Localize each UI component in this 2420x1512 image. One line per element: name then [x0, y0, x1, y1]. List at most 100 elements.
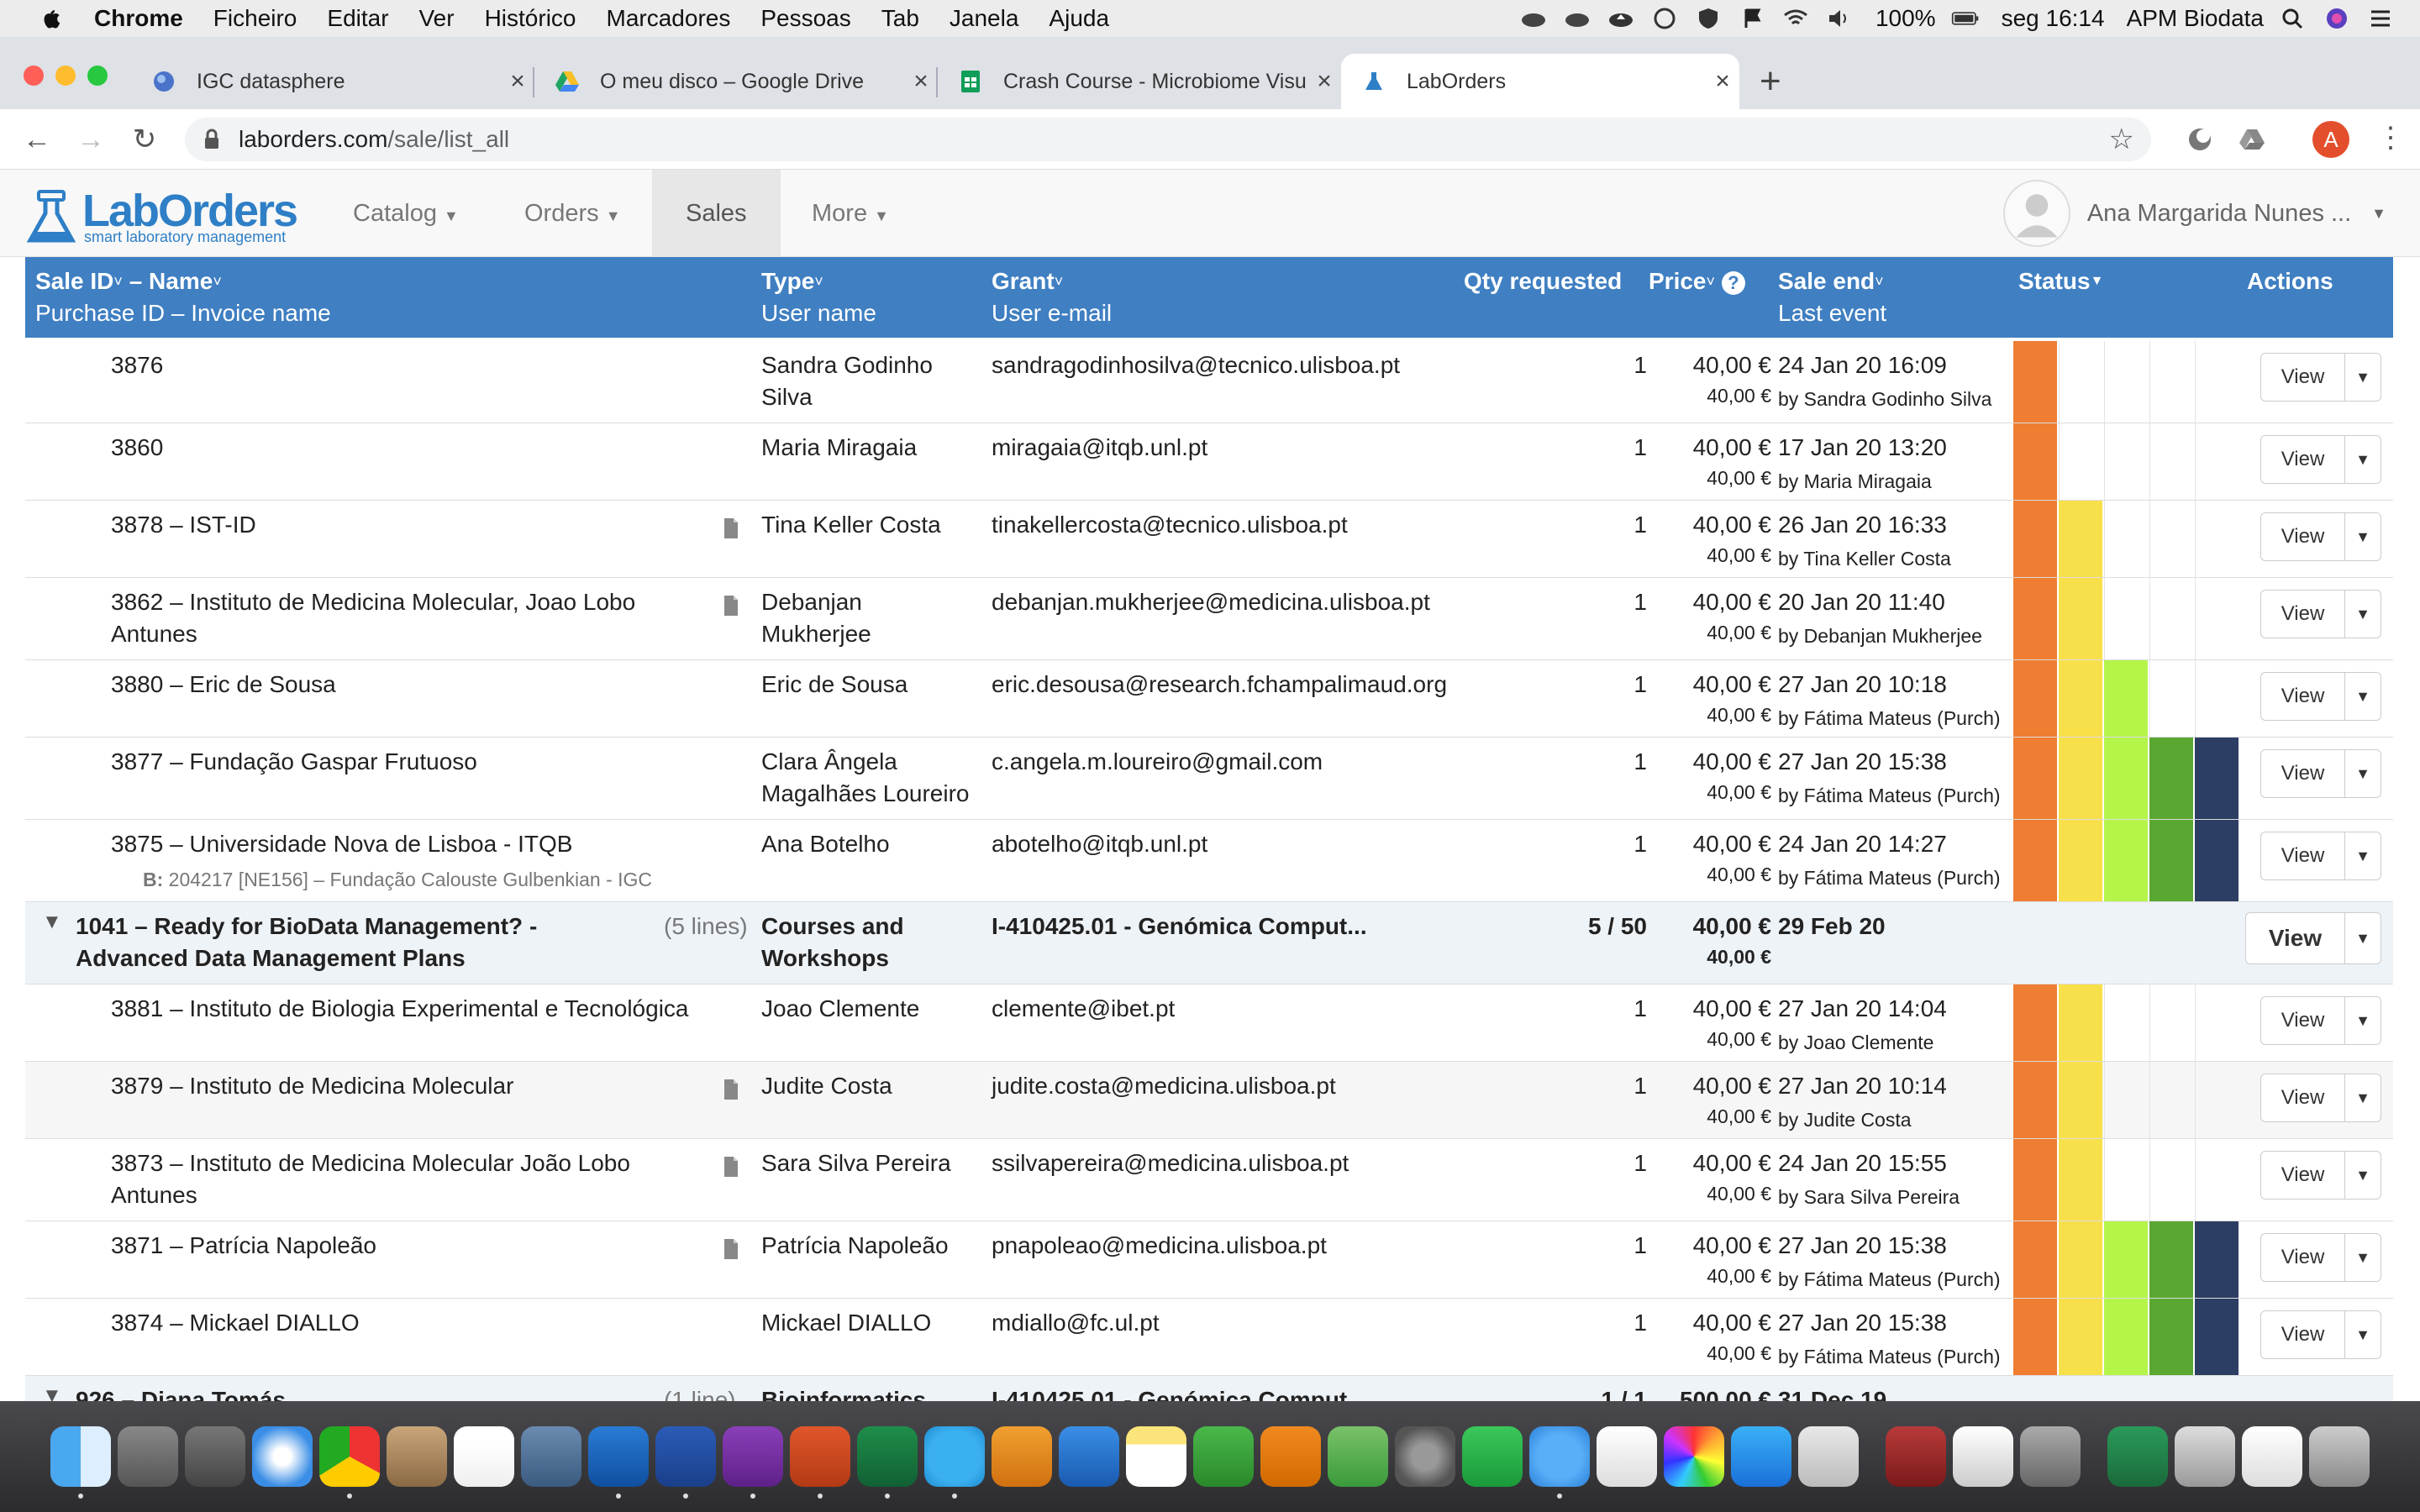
new-tab-icon[interactable]: +	[1760, 60, 1781, 102]
contacts-icon[interactable]	[387, 1426, 447, 1487]
sale-name[interactable]: 3860	[111, 432, 163, 464]
close-window-button[interactable]	[24, 66, 44, 86]
calculator-icon[interactable]	[118, 1426, 178, 1487]
table-row[interactable]: 3876 Sandra Godinho Silva sandragodinhosilv…	[25, 341, 2393, 423]
wifi-icon[interactable]	[1781, 7, 1810, 30]
dropdown-caret-icon[interactable]: ▼	[2345, 750, 2381, 797]
flag-icon[interactable]	[1738, 7, 1766, 30]
header-grant-col[interactable]: Grant˅ User e-mail	[992, 265, 1112, 329]
view-button[interactable]: View	[2246, 913, 2345, 963]
sale-name[interactable]: 3873 – Instituto de Medicina Molecular J…	[111, 1147, 630, 1179]
dropdown-caret-icon[interactable]: ▼	[2345, 1311, 2381, 1358]
nav-more[interactable]: More ▼	[778, 170, 923, 257]
header-status-col[interactable]: Status▼	[2018, 265, 2103, 297]
dropdown-caret-icon[interactable]: ▼	[2345, 436, 2381, 483]
finder-icon[interactable]	[50, 1426, 111, 1499]
nav-orders[interactable]: Orders ▼	[491, 170, 655, 257]
safari-icon[interactable]	[252, 1426, 313, 1487]
cloud-upload-icon[interactable]	[1607, 7, 1635, 30]
sale-name[interactable]: 3874 – Mickael DIALLO	[111, 1307, 360, 1339]
profile-avatar[interactable]: A	[2312, 121, 2349, 158]
view-button-group[interactable]: View ▼	[2260, 353, 2381, 402]
address-bar[interactable]: laborders.com/sale/list_all ☆	[185, 118, 2151, 161]
view-button-group[interactable]: View ▼	[2260, 672, 2381, 721]
dropdown-caret-icon[interactable]: ▼	[2345, 1152, 2381, 1199]
notes-icon[interactable]	[1126, 1426, 1186, 1487]
dropdown-caret-icon[interactable]: ▼	[2345, 1074, 2381, 1121]
document-icon[interactable]	[2242, 1426, 2302, 1487]
nav-catalog[interactable]: Catalog ▼	[319, 170, 492, 257]
google-drive-extension-icon[interactable]	[2237, 124, 2267, 155]
view-button[interactable]: View	[2261, 832, 2345, 879]
header-sale-name[interactable]: Sale ID˅ – Name˅ Purchase ID – Invoice n…	[35, 265, 331, 329]
maps-icon[interactable]	[1328, 1426, 1388, 1487]
image-capture-icon[interactable]	[2020, 1426, 2081, 1487]
close-tab-icon[interactable]: ×	[501, 67, 534, 96]
menu-app-name[interactable]: Chrome	[94, 5, 183, 32]
sale-name[interactable]: 3878 – IST-ID	[111, 509, 256, 541]
calendar-icon[interactable]	[454, 1426, 514, 1487]
view-button[interactable]: View	[2261, 436, 2345, 483]
spotlight-search-icon[interactable]	[2279, 7, 2307, 30]
lock-icon[interactable]	[203, 129, 220, 150]
menu-ajuda[interactable]: Ajuda	[1049, 5, 1109, 32]
menu-pessoas[interactable]: Pessoas	[760, 5, 850, 32]
view-button-group[interactable]: View ▼	[2260, 832, 2381, 880]
sale-name[interactable]: 1041 – Ready for BioData Management? -	[76, 911, 537, 942]
menubar-clock[interactable]: seg 16:14	[2002, 5, 2105, 32]
chrome-menu-icon[interactable]: ⋮	[2376, 121, 2405, 155]
laborders-logo[interactable]: LabOrders smart laboratory management	[24, 185, 301, 245]
tab-google-drive[interactable]: O meu disco – Google Drive ×	[534, 54, 938, 109]
pages-icon[interactable]	[992, 1426, 1052, 1487]
group-row[interactable]: ▼ 926 – Diana Tomás (1 line) Bioinformatics…	[25, 1376, 2393, 1401]
reload-icon[interactable]: ↻	[126, 121, 163, 158]
onenote-icon[interactable]	[723, 1426, 783, 1499]
trash-icon[interactable]	[2309, 1426, 2370, 1487]
cloud-icon[interactable]	[1563, 7, 1591, 30]
table-row[interactable]: 3880 – Eric de Sousa Eric de Sousa eric.de…	[25, 660, 2393, 738]
view-button-group[interactable]: View ▼	[2260, 749, 2381, 798]
dropdown-caret-icon[interactable]: ▼	[2345, 513, 2381, 560]
group-row[interactable]: ▼ 1041 – Ready for BioData Management? - A…	[25, 902, 2393, 984]
forward-arrow-icon[interactable]: →	[72, 121, 109, 158]
keybase-icon[interactable]	[1650, 7, 1679, 30]
document-icon[interactable]	[723, 1156, 739, 1178]
bookmark-star-icon[interactable]: ☆	[2109, 123, 2134, 156]
document-icon[interactable]	[723, 1079, 739, 1100]
chrome-icon[interactable]	[319, 1426, 380, 1499]
excel-icon[interactable]	[857, 1426, 918, 1499]
sale-name[interactable]: 3875 – Universidade Nova de Lisboa - ITQ…	[111, 828, 572, 860]
numbers-icon[interactable]	[1193, 1426, 1254, 1487]
help-circle-icon[interactable]: ?	[1721, 271, 1745, 295]
view-button-group[interactable]: View ▼	[2260, 512, 2381, 561]
preview-doc-icon[interactable]	[2175, 1426, 2235, 1487]
back-arrow-icon[interactable]: ←	[18, 121, 55, 158]
volume-icon[interactable]	[1825, 7, 1854, 30]
sale-name[interactable]: 3877 – Fundação Gaspar Frutuoso	[111, 746, 477, 778]
menu-ficheiro[interactable]: Ficheiro	[213, 5, 297, 32]
sale-name[interactable]: 3880 – Eric de Sousa	[111, 669, 336, 701]
sale-name[interactable]: 3881 – Instituto de Biologia Experimenta…	[111, 993, 689, 1025]
minimize-window-button[interactable]	[55, 66, 76, 86]
table-row[interactable]: 3862 – Instituto de Medicina Molecular, …	[25, 578, 2393, 660]
view-button-group[interactable]: View ▼	[2260, 590, 2381, 638]
excel-doc-icon[interactable]	[2107, 1426, 2168, 1487]
launchpad-icon[interactable]	[185, 1426, 245, 1487]
dropdown-caret-icon[interactable]: ▼	[2345, 673, 2381, 720]
reminders-icon[interactable]	[1597, 1426, 1657, 1487]
header-type-col[interactable]: Type˅ User name	[761, 265, 876, 329]
books-icon[interactable]	[1260, 1426, 1321, 1487]
menu-tab[interactable]: Tab	[881, 5, 919, 32]
powerpoint-icon[interactable]	[790, 1426, 850, 1499]
maps-pin-icon[interactable]	[1798, 1426, 1859, 1487]
menu-ver[interactable]: Ver	[419, 5, 455, 32]
word-icon[interactable]	[655, 1426, 716, 1499]
dropdown-caret-icon[interactable]: ▼	[2345, 997, 2381, 1044]
expand-caret-icon[interactable]: ▼	[42, 911, 62, 934]
menu-marcadores[interactable]: Marcadores	[607, 5, 731, 32]
view-button[interactable]: View	[2261, 513, 2345, 560]
table-row[interactable]: 3873 – Instituto de Medicina Molecular J…	[25, 1139, 2393, 1221]
dropdown-caret-icon[interactable]: ▼	[2345, 832, 2381, 879]
cloud-icon[interactable]	[1519, 7, 1548, 30]
table-row[interactable]: 3860 Maria Miragaia miragaia@itqb.unl.pt 1 4…	[25, 423, 2393, 501]
